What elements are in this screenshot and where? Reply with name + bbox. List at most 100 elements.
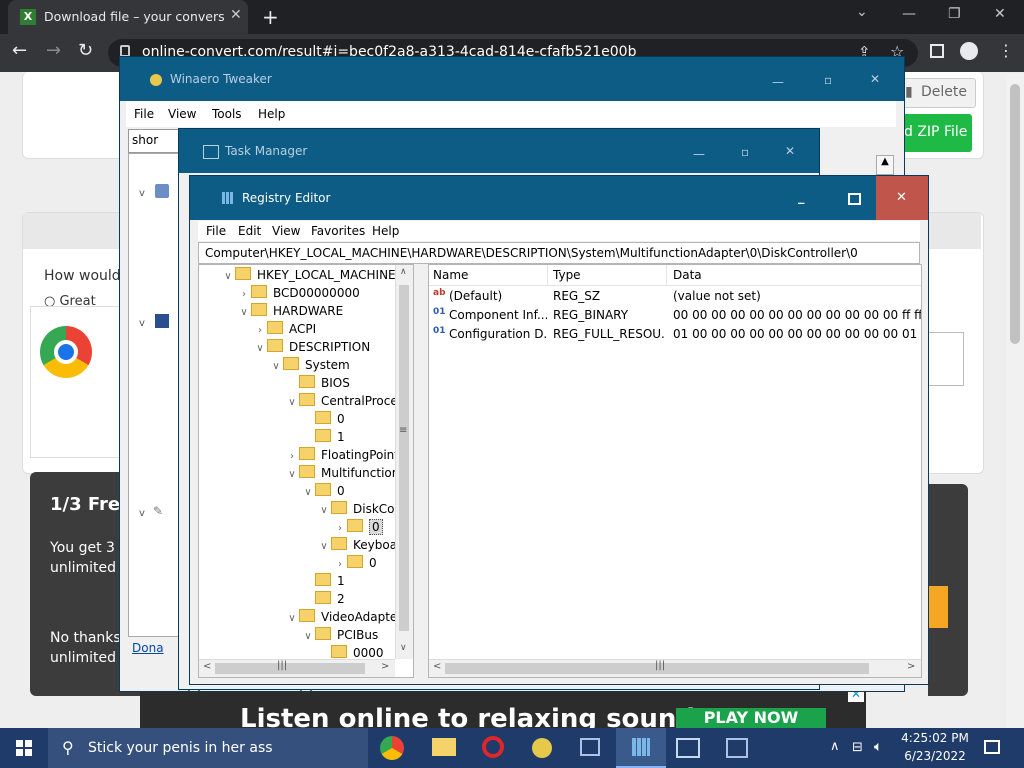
tree-node[interactable]: ∨ HKEY_LOCAL_MACHINE	[221, 267, 396, 285]
menu-edit[interactable]: Edit	[238, 224, 261, 238]
scroll-up-icon[interactable]: ▲	[876, 155, 894, 175]
column-type[interactable]: Type	[553, 268, 663, 282]
collapse-icon[interactable]: ∨	[269, 361, 283, 372]
collapse-icon[interactable]: ∨	[253, 343, 267, 354]
registry-address-bar[interactable]: Computer\HKEY_LOCAL_MACHINE\HARDWARE\DES…	[198, 242, 920, 264]
tree-node[interactable]: ∨ PCIBus	[301, 627, 378, 645]
clock-date[interactable]: 6/23/2022	[900, 749, 970, 763]
sidepanel-icon[interactable]	[930, 44, 944, 58]
restore-icon[interactable]: ❐	[948, 6, 961, 22]
scroll-right-icon[interactable]: >	[907, 661, 915, 672]
expand-icon[interactable]: v	[139, 318, 145, 329]
chrome-taskbar-icon[interactable]	[380, 736, 404, 760]
collapse-icon[interactable]: ∨	[317, 505, 331, 516]
scroll-right-icon[interactable]: >	[381, 661, 389, 672]
menu-file[interactable]: File	[134, 107, 154, 121]
menu-favorites[interactable]: Favorites	[311, 224, 365, 238]
tree-node[interactable]: › 0	[333, 555, 377, 573]
expand-icon[interactable]: v	[139, 188, 145, 199]
collapse-icon[interactable]: ∨	[221, 271, 235, 282]
menu-view[interactable]: View	[168, 107, 196, 121]
network-icon[interactable]: ⊟	[852, 740, 863, 755]
column-name[interactable]: Name	[433, 268, 545, 282]
tree-node[interactable]: 0	[301, 411, 345, 429]
volume-icon[interactable]: 🔈︎	[874, 739, 882, 755]
value-row[interactable]: 01 Configuration D... REG_FULL_RESOU... 01 …	[429, 325, 921, 343]
reload-icon[interactable]: ↻	[78, 40, 93, 61]
no-thanks-text[interactable]: No thanks	[50, 630, 121, 646]
scroll-left-icon[interactable]: <	[203, 661, 211, 672]
tree-node[interactable]: › BCD00000000	[237, 285, 360, 303]
tree-node[interactable]: › FloatingPointP	[285, 447, 406, 465]
registry-values-pane[interactable]: Name Type Data ab (Default) REG_SZ (value n…	[428, 264, 922, 678]
tree-node[interactable]: 2	[301, 591, 345, 609]
close-icon[interactable]: ✕	[870, 72, 880, 86]
taskbar-search-input[interactable]: ⚲ Stick your penis in her ass	[48, 728, 368, 768]
tree-node[interactable]: ∨ Keyboar	[317, 537, 402, 555]
scroll-down-icon[interactable]: ∨	[400, 643, 407, 653]
network-monitor-icon[interactable]	[676, 738, 700, 758]
collapse-icon[interactable]: ∨	[301, 487, 315, 498]
tree-node[interactable]: BIOS	[285, 375, 350, 393]
tree-node[interactable]: ∨ VideoAdapterB	[285, 609, 410, 627]
app-taskbar-icon[interactable]	[726, 738, 748, 758]
tree-node[interactable]: 1	[301, 573, 345, 591]
tree-node[interactable]: ∨ Multifunction/	[285, 465, 403, 483]
ad-banner[interactable]: Listen online to relaxing sounds PLAY NO…	[140, 686, 866, 728]
maximize-icon[interactable]: ▫	[741, 145, 749, 159]
expand-icon[interactable]: ›	[333, 559, 347, 570]
tree-node[interactable]: 1	[301, 429, 345, 447]
opera-icon[interactable]	[482, 736, 504, 758]
profile-avatar-icon[interactable]	[960, 42, 978, 60]
upgrade-button[interactable]	[926, 586, 948, 628]
collapse-icon[interactable]: ∨	[237, 307, 251, 318]
tree-node[interactable]: ∨ DESCRIPTION	[253, 339, 370, 357]
new-tab-button[interactable]: +	[262, 5, 279, 29]
collapse-icon[interactable]: ∨	[285, 397, 299, 408]
donate-link[interactable]: Dona	[132, 641, 164, 655]
close-icon[interactable]: ✕	[994, 6, 1006, 22]
expand-icon[interactable]: ›	[237, 289, 251, 300]
tree-node[interactable]: ∨ CentralProcess	[285, 393, 410, 411]
ad-play-button[interactable]: PLAY NOW	[676, 708, 826, 728]
winaero-search-input[interactable]: shor	[128, 129, 180, 153]
value-row[interactable]: 01 Component Inf... REG_BINARY 00 00 00 00 …	[429, 306, 921, 324]
registry-close-button[interactable]: ✕	[876, 176, 928, 220]
tree-node[interactable]: ∨ HARDWARE	[237, 303, 343, 321]
tree-node[interactable]: › ACPI	[253, 321, 316, 339]
scroll-left-icon[interactable]: <	[433, 661, 441, 672]
winaero-taskbar-icon[interactable]	[532, 738, 552, 758]
winaero-titlebar[interactable]: Winaero Tweaker — ▫ ✕	[120, 57, 904, 101]
tree-node[interactable]: ∨ System	[269, 357, 350, 375]
tree-node[interactable]: ∨ 0	[301, 483, 345, 501]
values-hscrollbar[interactable]: < ||| >	[429, 659, 921, 677]
tree-hscrollbar[interactable]: < ||| >	[199, 659, 395, 677]
tree-node[interactable]: › 0	[333, 519, 383, 537]
close-tab-icon[interactable]: ✕	[230, 7, 242, 23]
column-data[interactable]: Data	[673, 268, 873, 282]
expand-icon[interactable]: v	[139, 508, 145, 519]
menu-help[interactable]: Help	[258, 107, 285, 121]
collapse-icon[interactable]: ∨	[301, 631, 315, 642]
registry-titlebar[interactable]: Registry Editor _ ✕	[190, 176, 928, 220]
windows-start-icon[interactable]	[16, 740, 32, 756]
tree-vscroll-thumb[interactable]	[399, 285, 409, 631]
tray-chevron-icon[interactable]: ∧	[830, 739, 840, 754]
expand-icon[interactable]: ›	[253, 325, 267, 336]
scroll-up-icon[interactable]: ∧	[400, 267, 407, 277]
file-explorer-icon[interactable]	[432, 738, 456, 756]
expand-icon[interactable]: ›	[333, 523, 347, 534]
menu-tools[interactable]: Tools	[212, 107, 242, 121]
clock-time[interactable]: 4:25:02 PM	[900, 731, 970, 745]
menu-file[interactable]: File	[206, 224, 226, 238]
minimize-icon[interactable]: —	[772, 75, 784, 89]
download-zip-button[interactable]: d ZIP File	[896, 114, 972, 152]
menu-view[interactable]: View	[272, 224, 300, 238]
registry-taskbar-button[interactable]	[616, 728, 666, 768]
menu-help[interactable]: Help	[372, 224, 399, 238]
forward-icon[interactable]: →	[46, 40, 61, 61]
task-manager-titlebar[interactable]: Task Manager — ▫ ✕	[179, 129, 819, 173]
expand-icon[interactable]: ›	[285, 451, 299, 462]
collapse-icon[interactable]: ∨	[285, 469, 299, 480]
maximize-icon[interactable]: ▫	[824, 73, 832, 87]
